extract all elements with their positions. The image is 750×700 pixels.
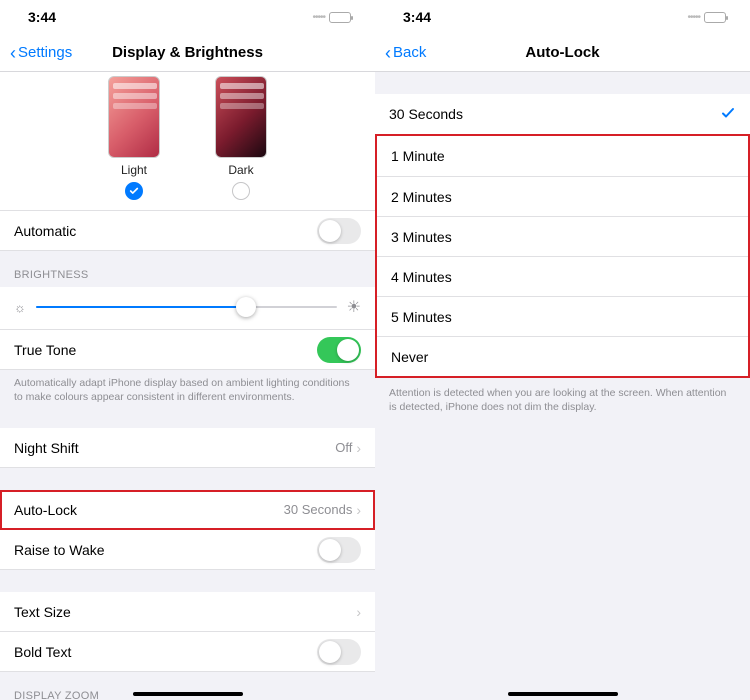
- truetone-label: True Tone: [14, 342, 76, 358]
- dark-label: Dark: [228, 163, 253, 177]
- nav-bar: ‹ Back Auto-Lock: [375, 34, 750, 72]
- automatic-row: Automatic: [0, 211, 375, 251]
- autolock-value: 30 Seconds: [284, 502, 353, 517]
- automatic-label: Automatic: [14, 223, 76, 239]
- option-30-seconds[interactable]: 30 Seconds: [375, 94, 750, 134]
- theme-dark-option[interactable]: Dark: [215, 76, 267, 200]
- checkmark-icon: [720, 105, 736, 124]
- dark-theme-thumb-icon: [215, 76, 267, 158]
- truetone-footer: Automatically adapt iPhone display based…: [0, 370, 375, 414]
- bold-label: Bold Text: [14, 644, 71, 660]
- home-indicator[interactable]: [133, 692, 243, 696]
- dark-radio[interactable]: [232, 182, 250, 200]
- option-3-minutes[interactable]: 3 Minutes: [377, 216, 748, 256]
- option-label: 1 Minute: [391, 148, 445, 164]
- status-time: 3:44: [403, 9, 431, 25]
- settings-scroll[interactable]: Light Dark Automatic BRIGHTNESS ☼: [0, 72, 375, 700]
- checkmark-icon: [129, 186, 139, 196]
- chevron-right-icon: ›: [356, 604, 361, 620]
- back-button[interactable]: ‹ Settings: [10, 44, 72, 62]
- raise-toggle[interactable]: [317, 537, 361, 563]
- light-radio[interactable]: [125, 182, 143, 200]
- option-never[interactable]: Never: [377, 336, 748, 376]
- theme-light-option[interactable]: Light: [108, 76, 160, 200]
- brightness-slider[interactable]: [36, 298, 337, 316]
- truetone-toggle[interactable]: [317, 337, 361, 363]
- option-label: 5 Minutes: [391, 309, 452, 325]
- textsize-row[interactable]: Text Size ›: [0, 592, 375, 632]
- phone-display-brightness: 3:44 ••••• ‹ Settings Display & Brightne…: [0, 0, 375, 700]
- nightshift-value: Off: [335, 440, 352, 455]
- nav-bar: ‹ Settings Display & Brightness: [0, 34, 375, 72]
- home-indicator[interactable]: [508, 692, 618, 696]
- brightness-header: BRIGHTNESS: [0, 251, 375, 287]
- autolock-scroll[interactable]: 30 Seconds 1 Minute 2 Minutes 3 Minutes …: [375, 72, 750, 700]
- sun-large-icon: ☀: [347, 297, 361, 317]
- status-icons: •••••: [687, 12, 726, 23]
- back-button[interactable]: ‹ Back: [385, 44, 426, 62]
- status-icons: •••••: [312, 12, 351, 23]
- truetone-row: True Tone: [0, 330, 375, 370]
- option-1-minute[interactable]: 1 Minute: [377, 136, 748, 176]
- nightshift-row[interactable]: Night Shift Off ›: [0, 428, 375, 468]
- chevron-right-icon: ›: [356, 502, 361, 518]
- autolock-row[interactable]: Auto-Lock 30 Seconds ›: [0, 490, 375, 530]
- signal-dots-icon: •••••: [312, 12, 325, 23]
- autolock-footer: Attention is detected when you are looki…: [375, 378, 750, 424]
- light-label: Light: [121, 163, 147, 177]
- option-label: 2 Minutes: [391, 189, 452, 205]
- back-label: Settings: [18, 44, 72, 61]
- chevron-left-icon: ‹: [10, 44, 16, 62]
- option-label: Never: [391, 349, 428, 365]
- signal-dots-icon: •••••: [687, 12, 700, 23]
- raise-row: Raise to Wake: [0, 530, 375, 570]
- option-5-minutes[interactable]: 5 Minutes: [377, 296, 748, 336]
- status-time: 3:44: [28, 9, 56, 25]
- raise-label: Raise to Wake: [14, 542, 105, 558]
- battery-icon: [704, 12, 726, 23]
- phone-autolock: 3:44 ••••• ‹ Back Auto-Lock 30 Seconds 1…: [375, 0, 750, 700]
- chevron-right-icon: ›: [356, 440, 361, 456]
- textsize-label: Text Size: [14, 604, 71, 620]
- option-label: 4 Minutes: [391, 269, 452, 285]
- autolock-label: Auto-Lock: [14, 502, 77, 518]
- option-4-minutes[interactable]: 4 Minutes: [377, 256, 748, 296]
- option-label: 3 Minutes: [391, 229, 452, 245]
- brightness-row: ☼ ☀: [0, 287, 375, 330]
- bold-row: Bold Text: [0, 632, 375, 672]
- autolock-options-list: 30 Seconds 1 Minute 2 Minutes 3 Minutes …: [375, 94, 750, 378]
- option-label: 30 Seconds: [389, 106, 463, 122]
- bold-toggle[interactable]: [317, 639, 361, 665]
- page-title: Auto-Lock: [375, 44, 750, 61]
- light-theme-thumb-icon: [108, 76, 160, 158]
- option-2-minutes[interactable]: 2 Minutes: [377, 176, 748, 216]
- status-bar: 3:44 •••••: [0, 0, 375, 34]
- battery-icon: [329, 12, 351, 23]
- chevron-left-icon: ‹: [385, 44, 391, 62]
- status-bar: 3:44 •••••: [375, 0, 750, 34]
- automatic-toggle[interactable]: [317, 218, 361, 244]
- highlighted-options-group: 1 Minute 2 Minutes 3 Minutes 4 Minutes 5…: [375, 134, 750, 378]
- back-label: Back: [393, 44, 426, 61]
- nightshift-label: Night Shift: [14, 440, 79, 456]
- sun-small-icon: ☼: [14, 300, 26, 315]
- appearance-section: Light Dark: [0, 72, 375, 211]
